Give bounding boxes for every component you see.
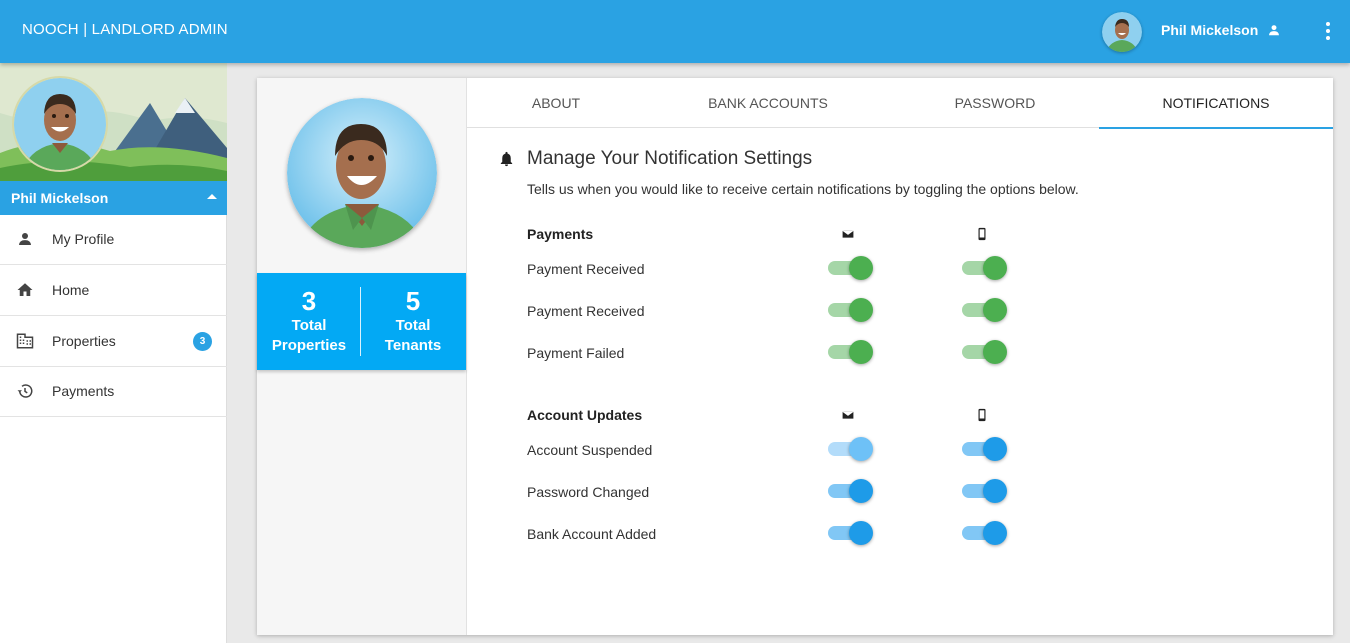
app-title: NOOCH | LANDLORD ADMIN bbox=[22, 21, 228, 38]
properties-count-badge: 3 bbox=[193, 332, 212, 351]
profile-summary-panel: 3 Total Properties 5 Total Tenants bbox=[257, 78, 467, 635]
person-icon[interactable] bbox=[1267, 23, 1281, 37]
phone-icon bbox=[978, 408, 986, 422]
sidebar-item-home[interactable]: Home bbox=[0, 266, 227, 316]
sidebar-item-label: My Profile bbox=[52, 231, 115, 247]
toggle-bank-account-added-email[interactable] bbox=[828, 520, 874, 546]
notification-settings-subtitle: Tells us when you would like to receive … bbox=[527, 181, 1079, 197]
toggle-payment-received-email[interactable] bbox=[828, 255, 874, 281]
sidebar-item-my-profile[interactable]: My Profile bbox=[0, 215, 227, 265]
header-username[interactable]: Phil Mickelson bbox=[1161, 22, 1258, 38]
sidebar: Phil Mickelson My Profile Home Propertie… bbox=[0, 63, 227, 643]
toggle-payment-failed-mobile[interactable] bbox=[962, 339, 1008, 365]
tab-bank-accounts[interactable]: BANK ACCOUNTS bbox=[645, 78, 891, 128]
stat-value: 3 bbox=[301, 286, 317, 316]
bell-icon bbox=[500, 151, 513, 167]
sidebar-item-properties[interactable]: Properties 3 bbox=[0, 317, 227, 367]
email-icon bbox=[841, 229, 855, 239]
toggle-account-suspended-email[interactable] bbox=[828, 436, 874, 462]
group-title-account-updates: Account Updates bbox=[527, 407, 643, 423]
notification-settings-title: Manage Your Notification Settings bbox=[527, 148, 813, 169]
toggle-payment-received-2-mobile[interactable] bbox=[962, 297, 1008, 323]
toggle-payment-failed-email[interactable] bbox=[828, 339, 874, 365]
more-vert-icon[interactable] bbox=[1318, 20, 1338, 42]
stat-label: Tenants bbox=[384, 337, 442, 354]
toggle-payment-received-2-email[interactable] bbox=[828, 297, 874, 323]
profile-avatar bbox=[287, 98, 437, 248]
setting-label-bank-account-added: Bank Account Added bbox=[527, 526, 657, 542]
header-avatar[interactable] bbox=[1102, 12, 1142, 52]
stat-total-tenants: 5 Total Tenants bbox=[361, 286, 465, 356]
profile-tabs: ABOUT BANK ACCOUNTS PASSWORD NOTIFICATIO… bbox=[467, 78, 1333, 129]
top-app-bar: NOOCH | LANDLORD ADMIN Phil Mickelson bbox=[0, 0, 1350, 63]
sidebar-item-label: Properties bbox=[52, 333, 116, 349]
setting-label-account-suspended: Account Suspended bbox=[527, 442, 653, 458]
tab-about[interactable]: ABOUT bbox=[467, 78, 645, 128]
sidebar-user-menu-toggle[interactable]: Phil Mickelson bbox=[0, 181, 227, 215]
toggle-account-suspended-mobile[interactable] bbox=[962, 436, 1008, 462]
toggle-payment-received-mobile[interactable] bbox=[962, 255, 1008, 281]
stat-value: 5 bbox=[405, 286, 421, 316]
stat-label: Total bbox=[291, 317, 327, 334]
group-title-payments: Payments bbox=[527, 226, 594, 242]
phone-icon bbox=[978, 227, 986, 241]
sidebar-item-label: Payments bbox=[52, 383, 115, 399]
sidebar-item-label: Home bbox=[52, 282, 90, 298]
history-icon bbox=[17, 384, 33, 398]
email-icon bbox=[841, 410, 855, 420]
stat-total-properties: 3 Total Properties bbox=[257, 286, 361, 356]
building-icon bbox=[16, 333, 34, 349]
profile-card: 3 Total Properties 5 Total Tenants ABOUT… bbox=[257, 78, 1333, 635]
toggle-password-changed-mobile[interactable] bbox=[962, 478, 1008, 504]
setting-label-payment-failed: Payment Failed bbox=[527, 345, 625, 361]
setting-label-payment-received: Payment Received bbox=[527, 303, 645, 319]
toggle-password-changed-email[interactable] bbox=[828, 478, 874, 504]
toggle-bank-account-added-mobile[interactable] bbox=[962, 520, 1008, 546]
tab-password[interactable]: PASSWORD bbox=[891, 78, 1099, 128]
caret-up-icon bbox=[207, 194, 217, 199]
stat-label: Properties bbox=[271, 337, 347, 354]
person-icon bbox=[19, 233, 31, 245]
home-icon bbox=[17, 283, 33, 296]
profile-stats: 3 Total Properties 5 Total Tenants bbox=[257, 273, 466, 370]
stat-label: Total bbox=[395, 317, 431, 334]
setting-label-password-changed: Password Changed bbox=[527, 484, 650, 500]
tab-notifications[interactable]: NOTIFICATIONS bbox=[1099, 78, 1333, 129]
sidebar-avatar bbox=[12, 76, 108, 172]
sidebar-item-payments[interactable]: Payments bbox=[0, 367, 227, 417]
sidebar-username: Phil Mickelson bbox=[11, 190, 109, 206]
sidebar-banner-image bbox=[0, 63, 227, 181]
setting-label-payment-received: Payment Received bbox=[527, 261, 645, 277]
